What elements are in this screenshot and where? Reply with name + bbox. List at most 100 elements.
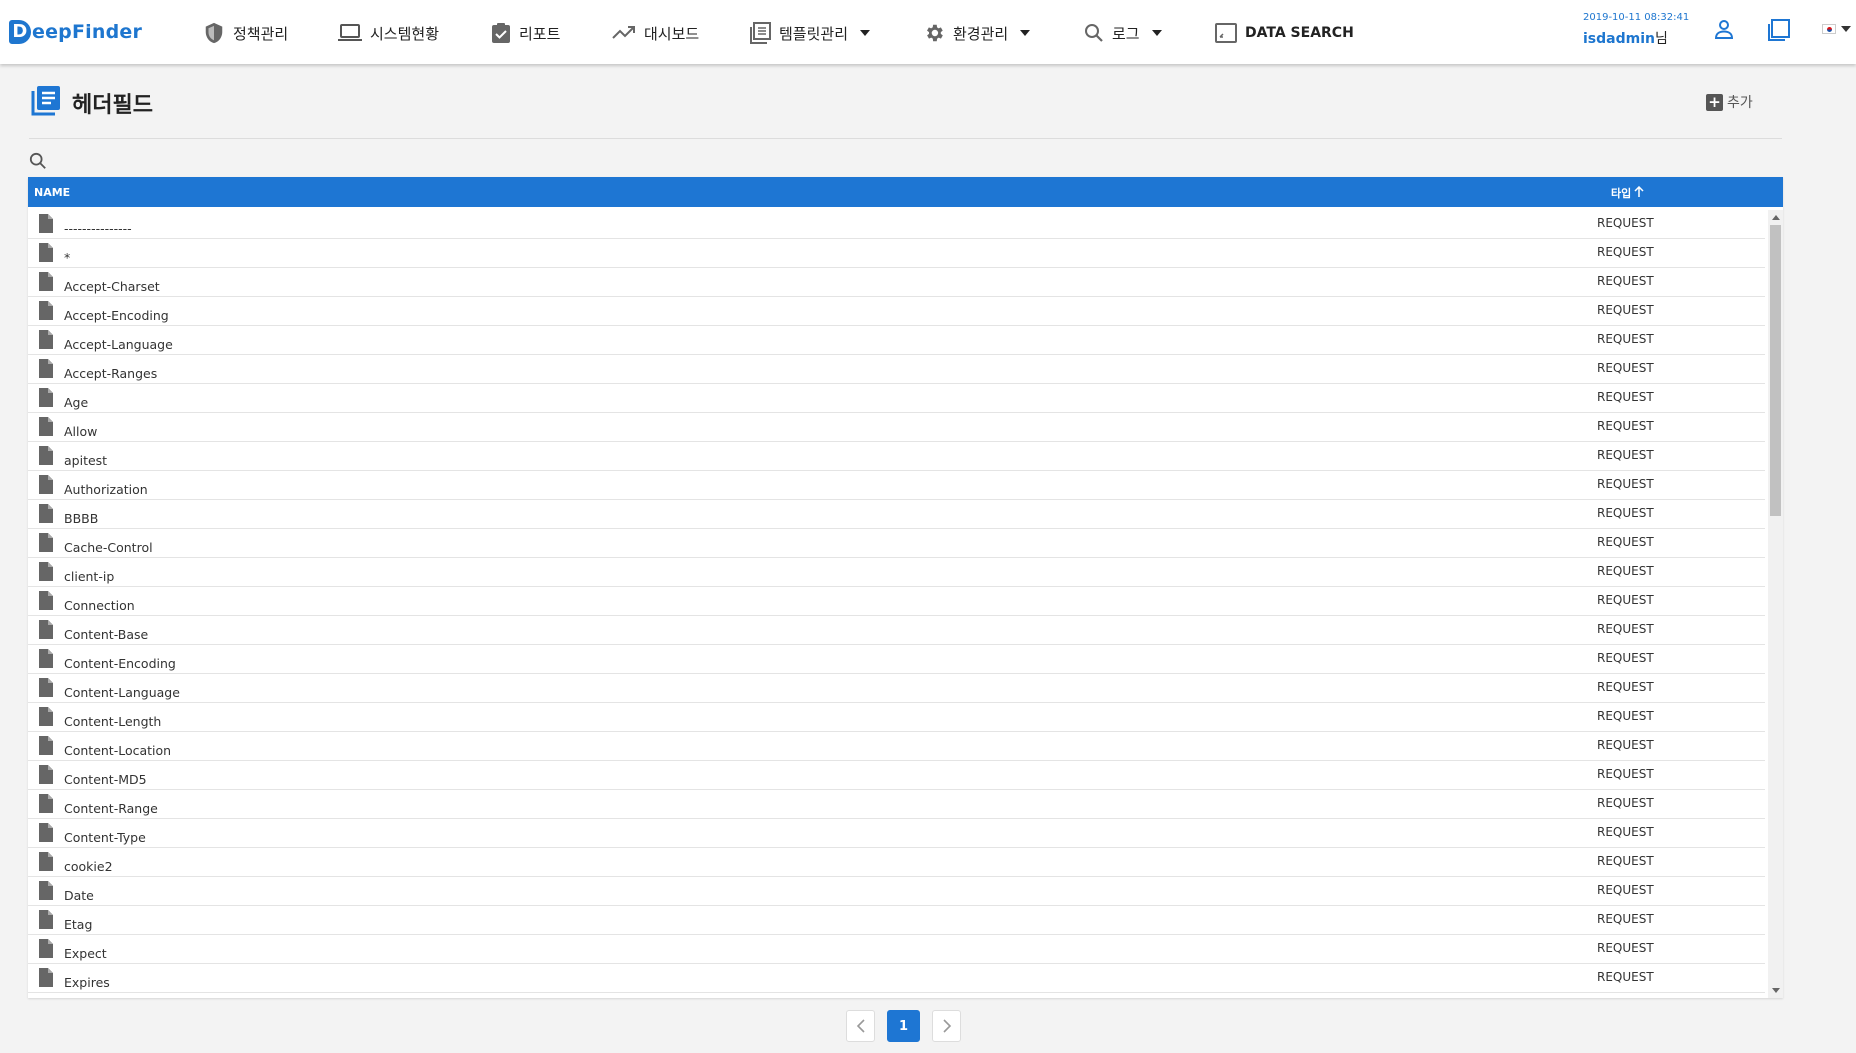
table-row[interactable]: Connection REQUEST: [28, 587, 1765, 616]
chevron-down-icon: [1841, 26, 1851, 32]
search-bar: [29, 150, 1782, 176]
template-icon: [749, 22, 771, 44]
table-row[interactable]: * REQUEST: [28, 239, 1765, 268]
row-type: REQUEST: [1597, 738, 1654, 752]
row-name: Accept-Encoding: [64, 308, 169, 323]
scroll-up-arrow[interactable]: [1772, 215, 1780, 220]
row-type: REQUEST: [1597, 651, 1654, 665]
file-icon: [38, 794, 54, 817]
search-input[interactable]: [53, 151, 1782, 175]
table-row[interactable]: Expect REQUEST: [28, 935, 1765, 964]
row-name: apitest: [64, 453, 108, 468]
chevron-down-icon: [1151, 30, 1162, 36]
row-type: REQUEST: [1597, 593, 1654, 607]
file-icon: [38, 736, 54, 759]
user-honorific: 님: [1654, 31, 1668, 47]
nav-label: 리포트: [519, 24, 561, 43]
table-row[interactable]: Content-Range REQUEST: [28, 790, 1765, 819]
add-button-label: 추가: [1727, 95, 1753, 111]
file-icon: [38, 272, 54, 295]
page-number-button[interactable]: 1: [887, 1010, 920, 1042]
language-selector[interactable]: [1822, 24, 1851, 34]
nav-log[interactable]: 로그: [1084, 18, 1162, 48]
row-name: ---------------: [64, 221, 132, 236]
file-icon: [38, 939, 54, 962]
nav-report[interactable]: 리포트: [491, 18, 560, 48]
nav-system-status[interactable]: 시스템현황: [338, 18, 439, 48]
table-row[interactable]: Cache-Control REQUEST: [28, 529, 1765, 558]
nav-data-search[interactable]: DATA SEARCH: [1215, 18, 1354, 48]
row-type: REQUEST: [1597, 825, 1654, 839]
row-type: REQUEST: [1597, 448, 1654, 462]
table-scrollbar[interactable]: [1768, 210, 1783, 998]
scroll-down-arrow[interactable]: [1772, 988, 1780, 993]
page-title: 헤더필드: [72, 93, 153, 118]
column-header-type-label: 타입: [1611, 187, 1632, 200]
row-name: Content-Base: [64, 627, 149, 642]
nav-label: DATA SEARCH: [1245, 25, 1354, 41]
table-row[interactable]: apitest REQUEST: [28, 442, 1765, 471]
table-row[interactable]: Accept-Charset REQUEST: [28, 268, 1765, 297]
file-icon: [38, 330, 54, 353]
search-icon: [1084, 23, 1104, 43]
file-icon: [38, 562, 54, 585]
user-icon[interactable]: [1714, 19, 1734, 43]
column-header-name[interactable]: NAME: [34, 186, 70, 199]
nav-dashboard[interactable]: 대시보드: [612, 18, 699, 48]
window-icon[interactable]: [1767, 18, 1791, 46]
table-header: NAME 타입: [28, 177, 1783, 207]
table-row[interactable]: --------------- REQUEST: [28, 210, 1765, 239]
nav-environment-management[interactable]: 환경관리: [923, 18, 1031, 48]
next-page-button[interactable]: [932, 1010, 961, 1042]
trend-icon: [612, 24, 636, 42]
table-row[interactable]: Allow REQUEST: [28, 413, 1765, 442]
table-row[interactable]: Accept-Language REQUEST: [28, 326, 1765, 355]
search-icon: [29, 152, 47, 174]
row-name: client-ip: [64, 569, 115, 584]
nav-label: 환경관리: [953, 24, 1009, 43]
deepfinder-logo[interactable]: DeepFinder: [9, 18, 142, 46]
top-navigation-bar: DeepFinder 정책관리 시스템현황 리포트 대시보드 템플릿관리 환경관…: [0, 0, 1856, 64]
username: isdadmin: [1583, 31, 1655, 47]
table-row[interactable]: Date REQUEST: [28, 877, 1765, 906]
nav-label: 로그: [1112, 24, 1140, 43]
row-type: REQUEST: [1597, 767, 1654, 781]
scroll-thumb[interactable]: [1770, 225, 1781, 516]
row-name: Age: [64, 395, 89, 410]
header-divider: [29, 138, 1782, 139]
table-row[interactable]: client-ip REQUEST: [28, 558, 1765, 587]
table-row[interactable]: Content-Location REQUEST: [28, 732, 1765, 761]
table-row[interactable]: Accept-Ranges REQUEST: [28, 355, 1765, 384]
nav-label: 대시보드: [644, 24, 700, 43]
column-header-type[interactable]: 타입: [1611, 185, 1644, 201]
table-row[interactable]: Etag REQUEST: [28, 906, 1765, 935]
nav-template-management[interactable]: 템플릿관리: [749, 18, 871, 48]
table-row[interactable]: Accept-Encoding REQUEST: [28, 297, 1765, 326]
row-type: REQUEST: [1597, 680, 1654, 694]
prev-page-button[interactable]: [846, 1010, 875, 1042]
table-row[interactable]: Authorization REQUEST: [28, 471, 1765, 500]
file-icon: [38, 388, 54, 411]
row-name: Content-Location: [64, 743, 172, 758]
table-row[interactable]: Content-MD5 REQUEST: [28, 761, 1765, 790]
table-row[interactable]: Content-Type REQUEST: [28, 819, 1765, 848]
table-row[interactable]: Age REQUEST: [28, 384, 1765, 413]
nav-label: 템플릿관리: [779, 24, 849, 43]
file-icon: [38, 417, 54, 440]
file-icon: [38, 881, 54, 904]
table-row[interactable]: Content-Length REQUEST: [28, 703, 1765, 732]
table-row[interactable]: Content-Encoding REQUEST: [28, 645, 1765, 674]
nav-policy-management[interactable]: 정책관리: [203, 18, 288, 48]
table-row[interactable]: Expires REQUEST: [28, 964, 1765, 993]
file-icon: [38, 620, 54, 643]
row-type: REQUEST: [1597, 390, 1654, 404]
row-type: REQUEST: [1597, 216, 1654, 230]
table-row[interactable]: BBBB REQUEST: [28, 500, 1765, 529]
table-row[interactable]: cookie2 REQUEST: [28, 848, 1765, 877]
add-button[interactable]: + 추가: [1706, 92, 1753, 112]
table-row[interactable]: Content-Base REQUEST: [28, 616, 1765, 645]
row-type: REQUEST: [1597, 854, 1654, 868]
file-icon: [38, 533, 54, 556]
table-row[interactable]: Content-Language REQUEST: [28, 674, 1765, 703]
laptop-icon: [338, 23, 362, 43]
